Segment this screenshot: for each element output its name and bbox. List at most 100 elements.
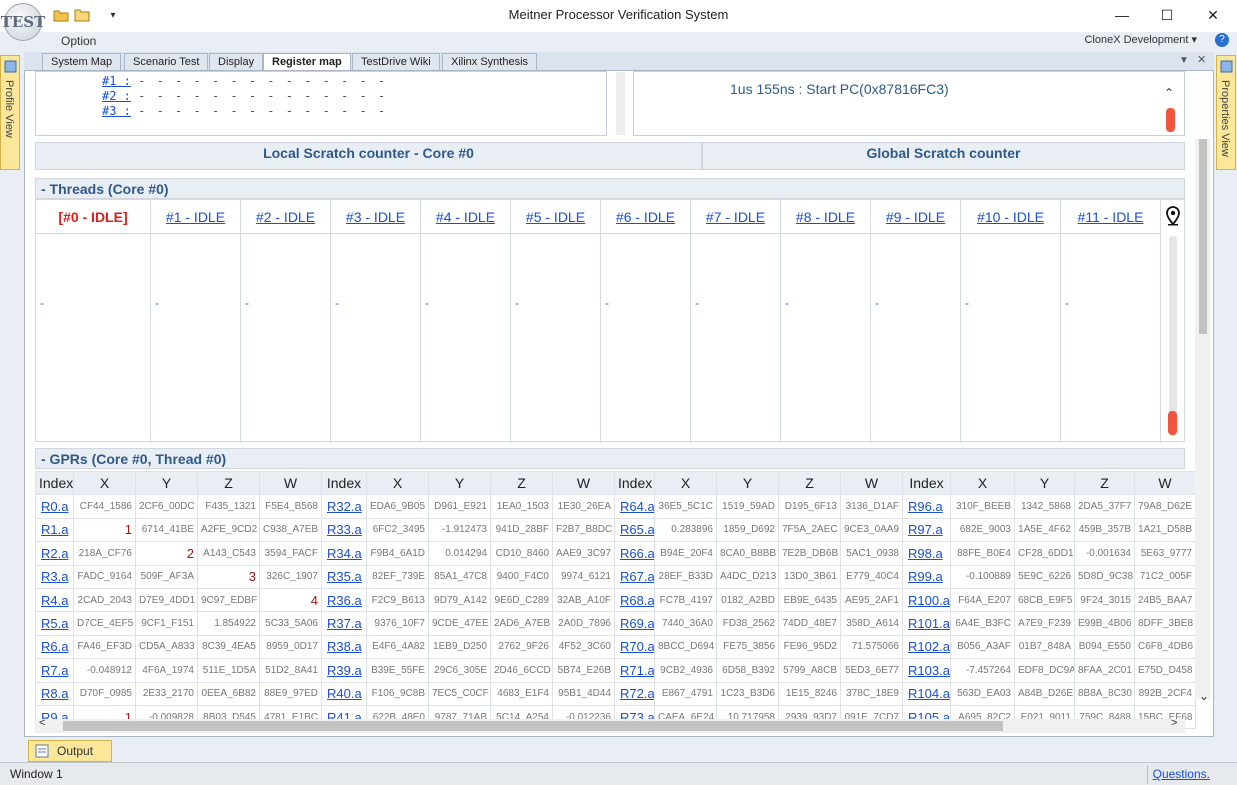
- thread-tab[interactable]: #2 - IDLE: [241, 200, 330, 234]
- gprs-section-header[interactable]: - GPRs (Core #0, Thread #0): [35, 448, 1185, 469]
- tab-system-map[interactable]: System Map: [42, 53, 122, 70]
- app-logo-icon[interactable]: TEST: [1, 3, 45, 41]
- help-icon[interactable]: ?: [1215, 33, 1229, 47]
- register-link[interactable]: R69.a: [620, 616, 654, 631]
- register-link[interactable]: R102.a: [908, 639, 950, 654]
- thread-tab[interactable]: #4 - IDLE: [421, 200, 510, 234]
- minimize-icon[interactable]: —: [1107, 3, 1137, 27]
- thread-tab[interactable]: #10 - IDLE: [961, 200, 1060, 234]
- register-link[interactable]: R37.a: [327, 616, 362, 631]
- register-link[interactable]: R67.a: [620, 569, 654, 584]
- tab-register-map[interactable]: Register map: [263, 53, 351, 71]
- thread-tab-link[interactable]: #2 - IDLE: [256, 209, 315, 225]
- register-link[interactable]: R35.a: [327, 569, 362, 584]
- register-link[interactable]: R5.a: [41, 616, 68, 631]
- gpr-horizontal-scrollbar[interactable]: < >: [35, 717, 1185, 733]
- register-link[interactable]: R2.a: [41, 546, 68, 561]
- scroll-right-icon[interactable]: >: [1171, 717, 1177, 729]
- thread-tab-link[interactable]: #6 - IDLE: [616, 209, 675, 225]
- questions-link[interactable]: Questions.: [1153, 767, 1210, 781]
- register-link[interactable]: R101.a: [908, 616, 950, 631]
- register-link[interactable]: R33.a: [327, 522, 362, 537]
- threads-scrollbar[interactable]: [1169, 236, 1177, 436]
- tab-close-icon[interactable]: ✕: [1197, 53, 1206, 66]
- register-link[interactable]: R72.a: [620, 686, 654, 701]
- register-link[interactable]: R7.a: [41, 663, 68, 678]
- thread-tab[interactable]: #8 - IDLE: [781, 200, 870, 234]
- register-link[interactable]: R98.a: [908, 546, 943, 561]
- thread-tab[interactable]: #1 - IDLE: [151, 200, 240, 234]
- register-link[interactable]: R100.a: [908, 593, 950, 608]
- register-link[interactable]: R1.a: [41, 522, 68, 537]
- thread-tab-link[interactable]: #7 - IDLE: [706, 209, 765, 225]
- register-link[interactable]: R66.a: [620, 546, 654, 561]
- register-link[interactable]: R32.a: [327, 499, 362, 514]
- main-vscroll-thumb[interactable]: [1199, 139, 1207, 334]
- main-vertical-scrollbar[interactable]: [1195, 139, 1211, 699]
- register-link[interactable]: R99.a: [908, 569, 943, 584]
- maximize-icon[interactable]: ☐: [1152, 3, 1182, 27]
- gpr-hscroll-thumb[interactable]: [63, 721, 1003, 731]
- pointer-scrollbar[interactable]: [616, 72, 625, 135]
- register-link[interactable]: R71.a: [620, 663, 654, 678]
- thread-tab[interactable]: #3 - IDLE: [331, 200, 420, 234]
- register-link[interactable]: R39.a: [327, 663, 362, 678]
- map-pin-icon[interactable]: [1165, 206, 1181, 229]
- thread-tab-link[interactable]: #4 - IDLE: [436, 209, 495, 225]
- workspace-selector[interactable]: CloneX Development ▾: [1084, 33, 1197, 46]
- register-link[interactable]: R34.a: [327, 546, 362, 561]
- thread-tab-link[interactable]: #3 - IDLE: [346, 209, 405, 225]
- pointer-link[interactable]: #1 :: [102, 74, 131, 88]
- register-link[interactable]: R70.a: [620, 639, 654, 654]
- tab-list-icon[interactable]: ▼: [1179, 55, 1189, 66]
- thread-tab-link[interactable]: #5 - IDLE: [526, 209, 585, 225]
- gpr-value-cell: 51D2_8A41: [259, 658, 322, 683]
- tab-xilinx-synthesis[interactable]: Xilinx Synthesis: [442, 53, 538, 70]
- register-link[interactable]: R97.a: [908, 522, 943, 537]
- thread-tab-link[interactable]: #9 - IDLE: [886, 209, 945, 225]
- thread-tab[interactable]: #5 - IDLE: [511, 200, 600, 234]
- thread-tab[interactable]: #7 - IDLE: [691, 200, 780, 234]
- scroll-left-icon[interactable]: <: [39, 717, 45, 729]
- properties-view-panel[interactable]: Properties View: [1216, 55, 1236, 170]
- thread-tab-link[interactable]: #10 - IDLE: [977, 209, 1044, 225]
- register-link[interactable]: R8.a: [41, 686, 68, 701]
- register-link[interactable]: R0.a: [41, 499, 68, 514]
- output-tab[interactable]: Output: [28, 740, 112, 762]
- tab-testdrive-wiki[interactable]: TestDrive Wiki: [352, 53, 440, 70]
- register-link[interactable]: R104.a: [908, 686, 950, 701]
- register-link[interactable]: R96.a: [908, 499, 943, 514]
- scroll-down-icon[interactable]: ⌄: [1199, 689, 1209, 703]
- ribbon-tab-option[interactable]: Option: [61, 34, 96, 48]
- thread-tab[interactable]: #9 - IDLE: [871, 200, 960, 234]
- register-link[interactable]: R4.a: [41, 593, 68, 608]
- log-scroll-thumb[interactable]: [1166, 108, 1175, 132]
- tab-display[interactable]: Display: [209, 53, 264, 70]
- threads-scroll-thumb[interactable]: [1168, 411, 1177, 435]
- register-link[interactable]: R6.a: [41, 639, 68, 654]
- register-link[interactable]: R36.a: [327, 593, 362, 608]
- register-link[interactable]: R3.a: [41, 569, 68, 584]
- register-link[interactable]: R65.a: [620, 522, 654, 537]
- thread-tab[interactable]: [#0 - IDLE]: [36, 200, 150, 234]
- thread-tab-link[interactable]: #8 - IDLE: [796, 209, 855, 225]
- close-icon[interactable]: ✕: [1198, 3, 1228, 27]
- thread-tab-link[interactable]: #11 - IDLE: [1078, 209, 1144, 225]
- register-link[interactable]: R103.a: [908, 663, 950, 678]
- register-link[interactable]: R64.a: [620, 499, 654, 514]
- register-link[interactable]: R40.a: [327, 686, 362, 701]
- tab-scenario-test[interactable]: Scenario Test: [124, 53, 209, 70]
- register-link[interactable]: R68.a: [620, 593, 654, 608]
- thread-tab[interactable]: #11 - IDLE: [1061, 200, 1160, 234]
- global-scratch-label: Global Scratch counter: [866, 145, 1021, 161]
- thread-tab[interactable]: #6 - IDLE: [601, 200, 690, 234]
- thread-tab-link[interactable]: #1 - IDLE: [166, 209, 225, 225]
- scroll-up-icon[interactable]: ⌃: [1164, 86, 1174, 100]
- pointer-link[interactable]: #2 :: [102, 89, 131, 103]
- profile-view-panel[interactable]: Profile View: [0, 55, 20, 170]
- gpr-index-cell: R0.a: [35, 494, 74, 519]
- pointer-link[interactable]: #3 :: [102, 104, 131, 118]
- threads-section-header[interactable]: - Threads (Core #0): [35, 178, 1185, 199]
- gpr-index-cell: R72.a: [614, 681, 655, 706]
- register-link[interactable]: R38.a: [327, 639, 362, 654]
